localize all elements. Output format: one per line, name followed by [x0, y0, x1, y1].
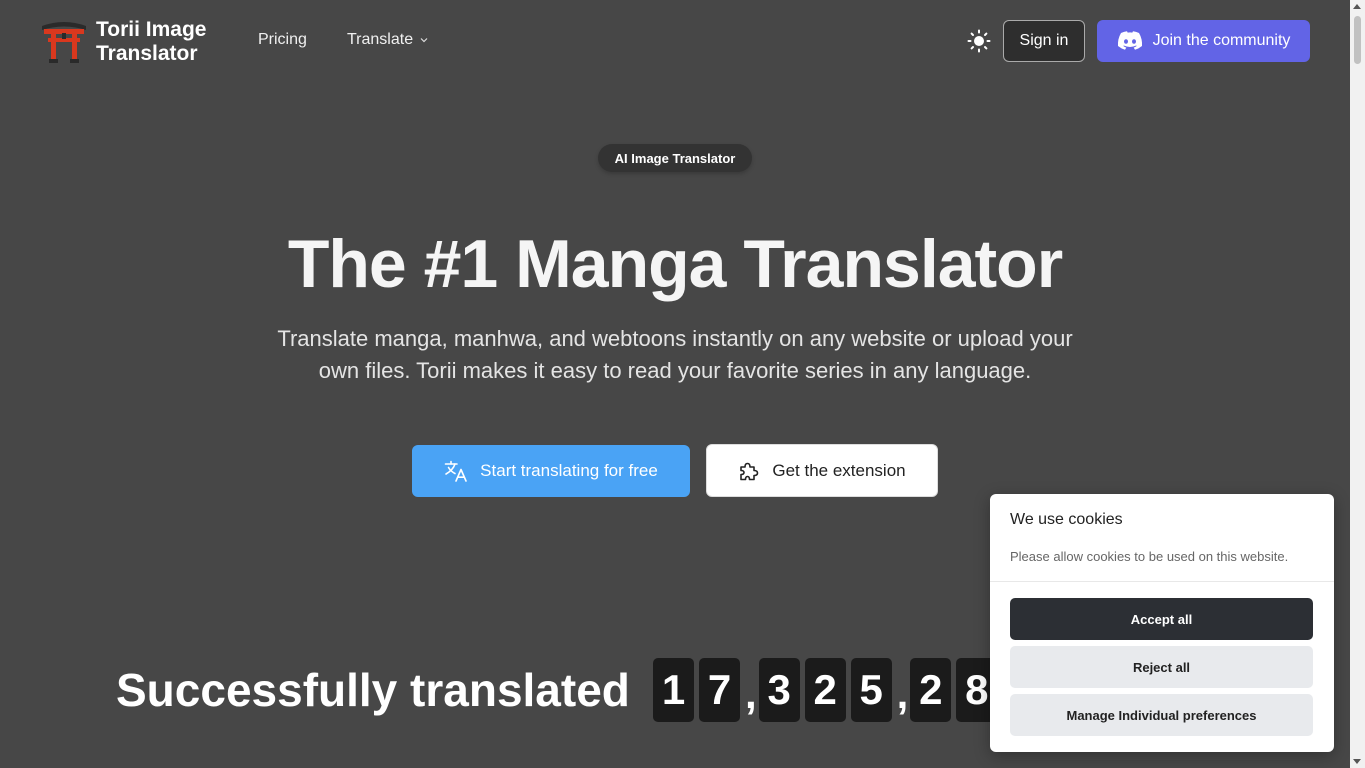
discord-icon: [1117, 31, 1142, 50]
get-extension-button[interactable]: Get the extension: [706, 444, 938, 497]
counter-digit: 7: [699, 658, 740, 722]
hero-title: The #1 Manga Translator: [287, 226, 1063, 302]
nav-pricing[interactable]: Pricing: [258, 31, 307, 49]
counter-separator: ,: [896, 670, 909, 717]
stats-label: Successfully translated: [116, 664, 630, 716]
cookie-divider: [990, 581, 1334, 582]
counter-digit: 2: [910, 658, 952, 722]
start-translating-label: Start translating for free: [480, 461, 658, 480]
chevron-down-icon: [420, 38, 428, 43]
hero-subtitle: Translate manga, manhwa, and webtoons in…: [225, 323, 1125, 387]
counter-digit: 2: [804, 658, 846, 722]
cookie-title: We use cookies: [1010, 511, 1123, 528]
theme-toggle-sun-icon[interactable]: [967, 29, 991, 53]
counter-digit: 3: [758, 658, 800, 722]
accept-all-button[interactable]: Accept all: [1010, 598, 1313, 640]
counter-digit: 1: [653, 658, 694, 722]
start-translating-button[interactable]: Start translating for free: [412, 445, 690, 497]
puzzle-icon: [740, 462, 759, 480]
scroll-down-arrow-icon[interactable]: [1353, 759, 1361, 764]
hero-badge: AI Image Translator: [598, 144, 752, 172]
torii-gate-icon: [42, 22, 86, 63]
vertical-scrollbar[interactable]: [1350, 0, 1365, 768]
counter-digit: 5: [850, 658, 892, 722]
hero-subtitle-line-1: Translate manga, manhwa, and webtoons in…: [277, 326, 1073, 351]
logo-line-1: Torii Image: [96, 18, 207, 41]
logo[interactable]: Torii Image Translator: [40, 18, 206, 66]
nav-translate-label: Translate: [347, 31, 414, 48]
hero-subtitle-line-2: own files. Torii makes it easy to read y…: [318, 358, 1032, 383]
scroll-up-arrow-icon[interactable]: [1353, 4, 1361, 9]
top-navbar: Torii Image Translator Pricing Translate…: [0, 0, 1350, 82]
translation-counter: 1 7 , 3 2 5 , 2 8: [653, 658, 1002, 722]
translate-icon: [444, 460, 467, 482]
counter-separator: ,: [745, 670, 757, 717]
sign-in-button[interactable]: Sign in: [1003, 20, 1085, 62]
logo-line-2: Translator: [96, 42, 198, 65]
reject-all-button[interactable]: Reject all: [1010, 646, 1313, 688]
cookie-consent-dialog: We use cookies Please allow cookies to b…: [990, 494, 1334, 752]
get-extension-label: Get the extension: [772, 460, 906, 480]
join-community-label: Join the community: [1152, 32, 1291, 49]
scroll-thumb[interactable]: [1354, 16, 1361, 64]
manage-preferences-button[interactable]: Manage Individual preferences: [1010, 694, 1313, 736]
cookie-description: Please allow cookies to be used on this …: [1010, 549, 1289, 564]
nav-translate[interactable]: Translate: [347, 31, 429, 49]
join-community-button[interactable]: Join the community: [1097, 20, 1310, 62]
logo-text: Torii Image Translator: [96, 18, 206, 66]
